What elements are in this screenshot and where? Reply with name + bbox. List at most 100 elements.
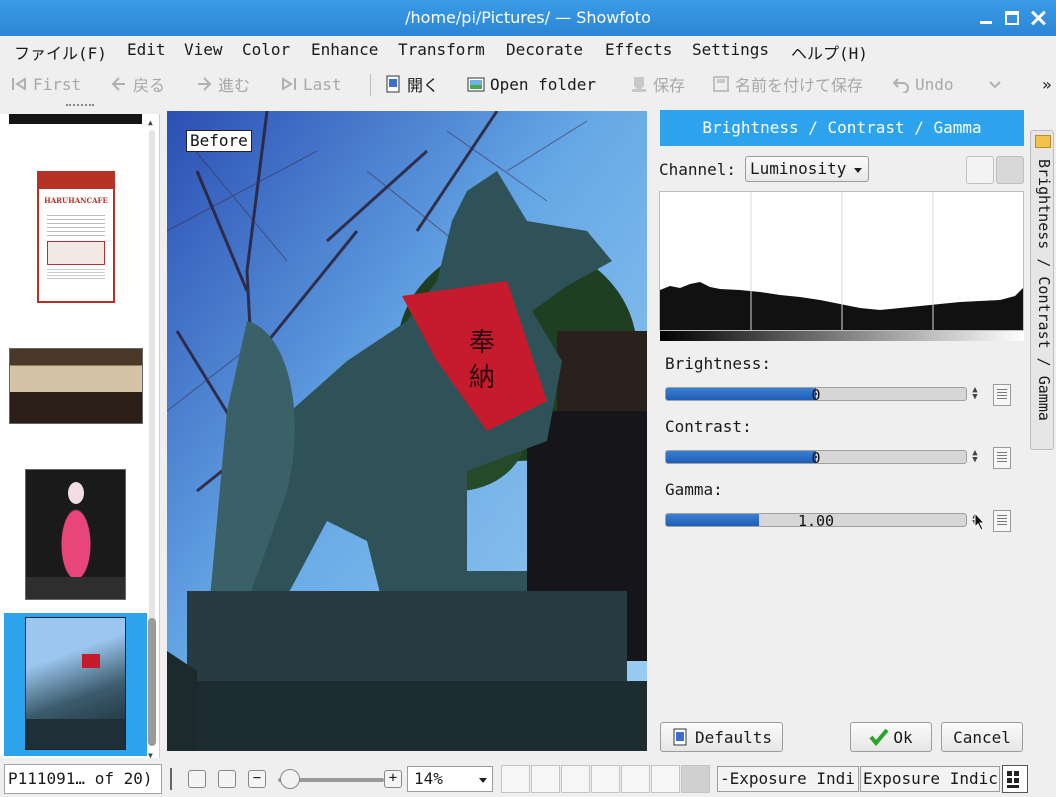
zoom-combo[interactable]: 14% <box>407 766 493 792</box>
tool-title: Brightness / Contrast / Gamma <box>660 110 1024 146</box>
ok-button[interactable]: Ok <box>850 722 932 752</box>
scroll-down-icon[interactable]: ▼ <box>148 751 153 760</box>
folder-icon <box>1035 135 1051 148</box>
zoom-out-icon[interactable]: − <box>248 770 266 788</box>
undo-label: Undo <box>915 74 954 94</box>
view-toggle-button-1[interactable] <box>501 765 530 793</box>
thumbnail-haruhancafe-flyer[interactable]: HARUHANCAFE <box>37 171 115 303</box>
menu-enhance[interactable]: Enhance <box>311 40 378 59</box>
toolbar-separator <box>370 74 371 96</box>
open-folder-label: Open folder <box>490 74 596 94</box>
menu-transform[interactable]: Transform <box>398 40 485 59</box>
chevron-down-icon <box>854 168 862 173</box>
thumbnail-partial[interactable] <box>9 114 142 124</box>
ok-label: Ok <box>893 727 913 747</box>
open-folder-button[interactable]: Open folder <box>467 73 596 95</box>
chevron-down-icon <box>479 778 487 783</box>
thumbnail-resize-handle[interactable] <box>66 104 94 107</box>
window-title: /home/pi/Pictures/ — Showfoto <box>405 8 651 27</box>
brightness-spin-icon[interactable]: ▲ ▼ <box>971 386 979 402</box>
thumbnail-fox-statue[interactable] <box>25 617 126 750</box>
save-button[interactable]: 保存 <box>630 73 685 95</box>
document-icon <box>671 728 689 746</box>
skip-first-icon <box>10 75 28 93</box>
open-button[interactable]: 開く <box>384 73 439 95</box>
close-button[interactable] <box>1029 9 1047 27</box>
thumbnail-kimono-doll[interactable] <box>25 469 126 600</box>
color-managed-view-icon[interactable] <box>1002 765 1028 793</box>
gamma-label: Gamma: <box>665 480 723 499</box>
contrast-value: 0 <box>811 450 821 464</box>
side-tab-brightness-contrast-gamma[interactable]: Brightness / Contrast / Gamma <box>1030 130 1054 450</box>
channel-label: Channel: <box>659 160 737 179</box>
contrast-spin-icon[interactable]: ▲ ▼ <box>971 449 979 465</box>
forward-button[interactable]: 進む <box>195 73 250 95</box>
window-titlebar: /home/pi/Pictures/ — Showfoto <box>0 0 1056 36</box>
menu-view[interactable]: View <box>184 40 223 59</box>
side-tab-label: Brightness / Contrast / Gamma <box>1035 159 1053 421</box>
under-exposure-indicator[interactable]: -Exposure Indi <box>717 766 859 792</box>
menu-edit[interactable]: Edit <box>127 40 166 59</box>
minimize-button[interactable] <box>977 9 995 27</box>
cancel-button[interactable]: Cancel <box>941 722 1023 752</box>
preview-image: 奉 納 <box>167 111 647 751</box>
menubar: ファイル(F) Edit View Color Enhance Transfor… <box>0 36 1056 64</box>
last-label: Last <box>303 74 342 94</box>
image-folder-icon <box>467 75 485 93</box>
contrast-slider[interactable]: 0 <box>665 450 967 464</box>
defaults-button[interactable]: Defaults <box>660 722 783 752</box>
main-toolbar: First 戻る 進む Last 開く Open folder 保存 名前を付け… <box>0 66 1056 102</box>
menu-help[interactable]: ヘルプ(H) <box>791 40 868 64</box>
over-exposure-indicator[interactable]: Exposure Indic <box>860 766 1000 792</box>
defaults-label: Defaults <box>694 727 773 747</box>
log-scale-button[interactable] <box>996 156 1024 184</box>
view-toggle-button-4[interactable] <box>591 765 620 793</box>
menu-color[interactable]: Color <box>242 40 290 59</box>
thumbnail-scrollbar[interactable]: ▲ ▼ <box>146 118 158 760</box>
zoom-slider-handle[interactable] <box>279 769 300 789</box>
toolbar-overflow-button[interactable]: » <box>1042 73 1052 95</box>
first-button[interactable]: First <box>10 73 81 95</box>
undo-button[interactable]: Undo <box>892 73 954 95</box>
menu-decorate[interactable]: Decorate <box>506 40 583 59</box>
menu-effects[interactable]: Effects <box>605 40 672 59</box>
scrollbar-handle[interactable] <box>148 618 156 746</box>
channel-select[interactable]: Luminosity <box>745 156 869 182</box>
gamma-slider[interactable]: 1.00 <box>665 513 967 527</box>
last-button[interactable]: Last <box>280 73 342 95</box>
svg-text:奉: 奉 <box>469 328 495 358</box>
menu-file[interactable]: ファイル(F) <box>14 40 107 64</box>
image-canvas[interactable]: 奉 納 <box>167 111 647 751</box>
save-as-button[interactable]: 名前を付けて保存 <box>712 73 863 95</box>
view-toggle-button-3[interactable] <box>561 765 590 793</box>
scroll-up-icon[interactable]: ▲ <box>148 118 153 127</box>
thumbnail-bar: HARUHANCAFE <box>0 104 160 758</box>
maximize-button[interactable] <box>1003 9 1021 27</box>
view-toggle-button-7[interactable] <box>681 765 710 793</box>
skip-last-icon <box>280 75 298 93</box>
back-button[interactable]: 戻る <box>110 73 165 95</box>
statusbar-separator <box>170 768 172 790</box>
thumbnail-group-photo[interactable] <box>9 348 143 424</box>
view-toggle-button-5[interactable] <box>621 765 650 793</box>
zoom-in-icon[interactable]: + <box>384 770 402 788</box>
mouse-cursor-icon <box>974 512 986 531</box>
view-toggle-button-2[interactable] <box>531 765 560 793</box>
menu-settings[interactable]: Settings <box>692 40 769 59</box>
checkmark-icon <box>869 728 889 747</box>
luminosity-gradient <box>660 331 1024 341</box>
zoom-to-fit-icon[interactable] <box>188 770 206 788</box>
contrast-reset-icon[interactable] <box>993 447 1011 469</box>
zoom-100-icon[interactable] <box>218 770 236 788</box>
gamma-reset-icon[interactable] <box>993 510 1011 532</box>
linear-scale-button[interactable] <box>966 156 994 184</box>
contrast-label: Contrast: <box>665 417 752 436</box>
brightness-reset-icon[interactable] <box>993 384 1011 406</box>
brightness-slider[interactable]: 0 <box>665 387 967 401</box>
view-toggle-button-6[interactable] <box>651 765 680 793</box>
document-open-icon <box>384 75 402 93</box>
undo-dropdown[interactable] <box>986 73 1004 95</box>
save-label: 保存 <box>653 76 686 95</box>
svg-text:納: 納 <box>469 363 495 393</box>
brightness-contrast-gamma-panel: Brightness / Contrast / Gamma Channel: L… <box>656 104 1030 760</box>
